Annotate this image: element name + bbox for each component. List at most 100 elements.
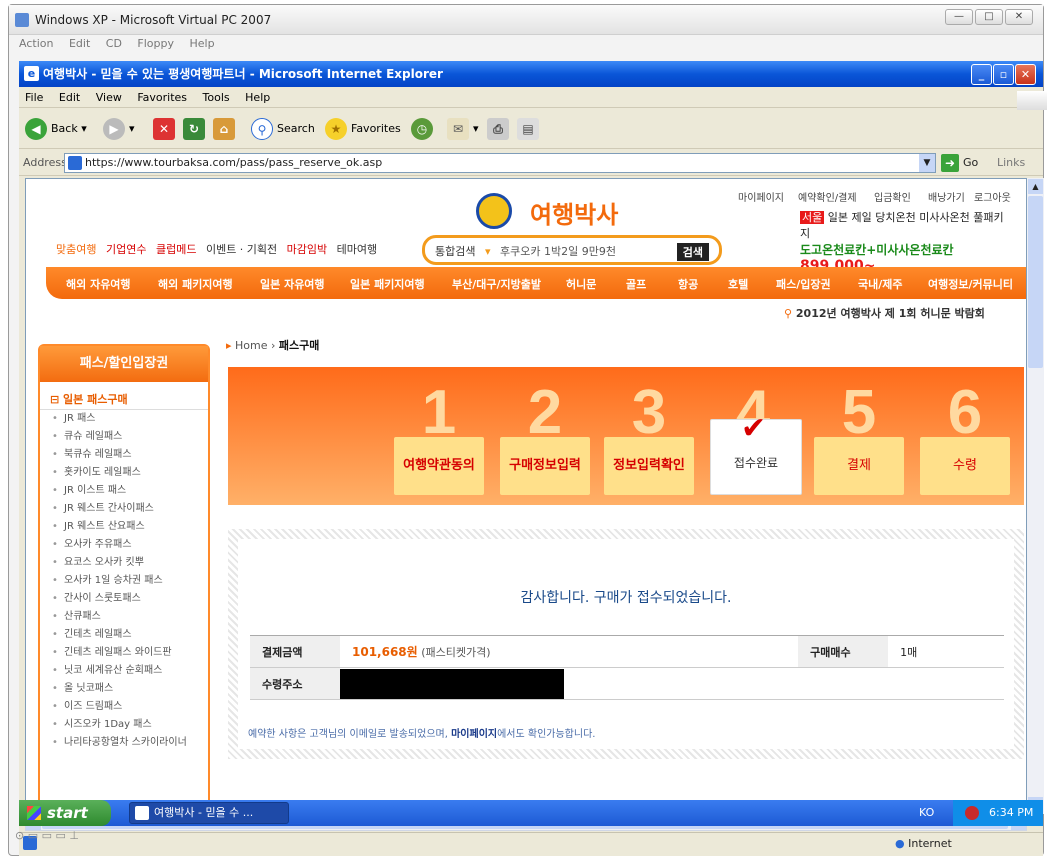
vpc-menu-help[interactable]: Help	[190, 37, 215, 50]
cat-pass[interactable]: 패스/입장권	[776, 276, 831, 292]
security-shield-icon[interactable]	[965, 806, 979, 820]
vpc-menu-floppy[interactable]: Floppy	[137, 37, 174, 50]
top-link-mypage[interactable]: 마이페이지	[738, 189, 784, 204]
email-note: 예약한 사항은 고객님의 이메일로 발송되었으며, 마이페이지에서도 확인가능합…	[248, 729, 596, 740]
vpc-menu-cd[interactable]: CD	[106, 37, 122, 50]
vpc-minimize-button[interactable]: —	[945, 9, 973, 25]
cat-overseas-package[interactable]: 해외 패키지여행	[158, 276, 233, 292]
search-submit-button[interactable]: 검색	[676, 243, 709, 261]
top-link-deposit[interactable]: 입금확인	[874, 189, 911, 204]
ie-menu-help[interactable]: Help	[245, 91, 270, 104]
sidebar-item[interactable]: • 간사이 스룻토패스	[40, 590, 208, 608]
cat-air[interactable]: 항공	[678, 276, 698, 292]
top-nav-deadline[interactable]: 마감임박	[287, 243, 327, 256]
search-dropdown-icon[interactable]: ▾	[485, 245, 491, 258]
go-button[interactable]: ➜ Go	[941, 153, 978, 173]
vpc-maximize-button[interactable]: □	[975, 9, 1003, 25]
bullet-icon: •	[52, 737, 58, 748]
top-link-logout[interactable]: 로그아웃	[974, 189, 1011, 204]
stop-button[interactable]: ✕	[153, 117, 179, 141]
ie-restore-button[interactable]: ▫	[993, 64, 1014, 85]
sidebar-item[interactable]: • 긴테츠 레일패스 와이드판	[40, 644, 208, 662]
bullet-icon: •	[52, 467, 58, 478]
cat-golf[interactable]: 골프	[626, 276, 646, 292]
top-nav-event[interactable]: 이벤트 · 기획전	[206, 243, 277, 256]
sidebar-item[interactable]: • 오사카 1일 승차권 패스	[40, 572, 208, 590]
promo-banner[interactable]: 서울 일본 제일 당치온천 미사사온천 풀패키지 도고온천료칸+미사사온천료칸 …	[800, 209, 1012, 274]
sidebar-item[interactable]: • 올 닛코패스	[40, 680, 208, 698]
sidebar-item[interactable]: • JR 웨스트 간사이패스	[40, 500, 208, 518]
cat-domestic[interactable]: 국내/제주	[858, 276, 903, 292]
cat-japan-package[interactable]: 일본 패키지여행	[350, 276, 425, 292]
cat-regional[interactable]: 부산/대구/지방출발	[452, 276, 541, 292]
language-indicator[interactable]: KO	[919, 806, 934, 819]
favorites-button[interactable]: ★ Favorites	[325, 117, 401, 141]
sidebar-item[interactable]: • JR 웨스트 산요패스	[40, 518, 208, 536]
ie-menu-tools[interactable]: Tools	[203, 91, 230, 104]
sidebar-section-japan-pass[interactable]: ⊟ 일본 패스구매	[40, 382, 208, 410]
sidebar-item[interactable]: • 닛코 세계유산 순회패스	[40, 662, 208, 680]
amount-note: (패스티켓가격)	[421, 646, 491, 659]
honeymoon-fair-link[interactable]: ⚲ 2012년 여행박사 제 1회 허니문 박람회	[784, 305, 985, 321]
sidebar-item[interactable]: • JR 이스트 패스	[40, 482, 208, 500]
ie-menu-favorites[interactable]: Favorites	[137, 91, 187, 104]
mail-button[interactable]: ✉ ▾	[447, 117, 479, 141]
vpc-close-button[interactable]: ✕	[1005, 9, 1033, 25]
edit-button[interactable]: ▤	[517, 117, 543, 141]
address-label: Address	[23, 156, 67, 169]
url-dropdown-icon[interactable]: ▼	[919, 154, 935, 172]
vpc-menu-edit[interactable]: Edit	[69, 37, 90, 50]
home-button[interactable]: ⌂	[213, 117, 239, 141]
site-logo[interactable]: 여행박사	[476, 189, 646, 233]
cat-overseas-free[interactable]: 해외 자유여행	[66, 276, 131, 292]
vpc-title-bar: Windows XP - Microsoft Virtual PC 2007 —…	[9, 5, 1043, 35]
ie-menu-edit[interactable]: Edit	[59, 91, 80, 104]
sidebar-item[interactable]: • 요코스 오사카 킷뿌	[40, 554, 208, 572]
search-query-input[interactable]: 후쿠오카 1박2일 9만9천	[500, 245, 616, 258]
start-button[interactable]: start	[19, 800, 111, 826]
cat-info[interactable]: 여행정보/커뮤니티	[928, 276, 1013, 292]
cat-hotel[interactable]: 호텔	[728, 276, 748, 292]
sidebar-item[interactable]: • 나리타공항열차 스카이라이너	[40, 734, 208, 752]
top-link-backpack[interactable]: 배낭가기	[928, 189, 965, 204]
forward-button[interactable]: ▶ ▾	[103, 117, 135, 141]
links-label[interactable]: Links	[997, 156, 1025, 169]
print-button[interactable]: ⎙	[487, 117, 513, 141]
ie-title-bar: e 여행박사 - 믿을 수 있는 평생여행파트너 - Microsoft Int…	[19, 61, 1043, 87]
step-4-current: ✔ 접수완료	[710, 414, 802, 495]
top-link-reservation[interactable]: 예약확인/결제	[798, 189, 857, 204]
top-nav-custom[interactable]: 맞춤여행	[56, 243, 96, 256]
sidebar-item[interactable]: • 이즈 드림패스	[40, 698, 208, 716]
vpc-menu-action[interactable]: Action	[19, 37, 53, 50]
sidebar-item[interactable]: • JR 패스	[40, 410, 208, 428]
search-button[interactable]: ⚲ Search	[251, 117, 315, 141]
back-button[interactable]: ◀ Back ▾	[25, 117, 87, 141]
scroll-thumb[interactable]	[1028, 196, 1043, 368]
ie-icon: e	[24, 66, 39, 81]
sidebar-item[interactable]: • 오사카 주유패스	[40, 536, 208, 554]
ie-menu-file[interactable]: File	[25, 91, 43, 104]
refresh-button[interactable]: ↻	[183, 117, 209, 141]
sidebar-item[interactable]: • 홋카이도 레일패스	[40, 464, 208, 482]
cat-honeymoon[interactable]: 허니문	[566, 276, 596, 292]
taskbar-ie-window[interactable]: 여행박사 - 믿을 수 ...	[129, 802, 289, 824]
ie-menu-view[interactable]: View	[96, 91, 122, 104]
scroll-up-icon[interactable]: ▲	[1028, 179, 1043, 194]
sidebar-item[interactable]: • 북큐슈 레일패스	[40, 446, 208, 464]
ie-minimize-button[interactable]: _	[971, 64, 992, 85]
breadcrumb-home[interactable]: Home	[235, 339, 267, 352]
cat-japan-free[interactable]: 일본 자유여행	[260, 276, 325, 292]
top-nav-theme[interactable]: 테마여행	[337, 243, 377, 256]
sidebar-item[interactable]: • 큐슈 레일패스	[40, 428, 208, 446]
top-nav-clubmed[interactable]: 클럽메드	[156, 243, 196, 256]
top-nav-corporate[interactable]: 기업연수	[106, 243, 146, 256]
history-button[interactable]: ◷	[411, 117, 437, 141]
mypage-link[interactable]: 마이페이지	[451, 729, 497, 740]
go-arrow-icon: ➜	[941, 154, 959, 172]
sidebar-item[interactable]: • 산큐패스	[40, 608, 208, 626]
vertical-scrollbar[interactable]: ▲ ▼	[1027, 178, 1044, 814]
sidebar-item[interactable]: • 시즈오카 1Day 패스	[40, 716, 208, 734]
ie-close-button[interactable]: ✕	[1015, 64, 1036, 85]
sidebar-item[interactable]: • 긴테츠 레일패스	[40, 626, 208, 644]
url-input[interactable]: https://www.tourbaksa.com/pass/pass_rese…	[64, 153, 936, 173]
